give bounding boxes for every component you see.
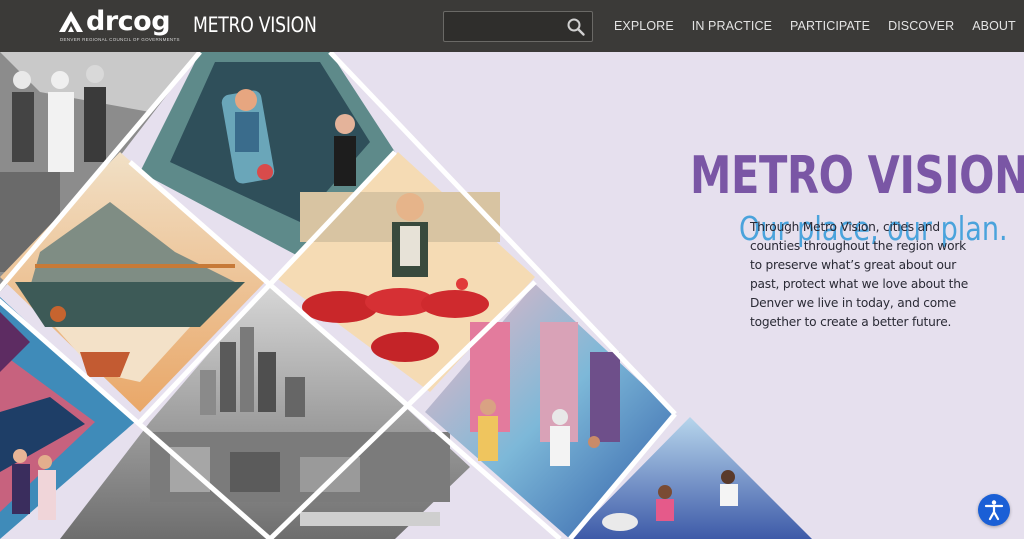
main-nav: EXPLORE IN PRACTICE PARTICIPATE DISCOVER… <box>614 0 1016 52</box>
nav-about[interactable]: ABOUT <box>972 19 1016 33</box>
drcog-logo[interactable]: drcog DENVER REGIONAL COUNCIL OF GOVERNM… <box>58 6 180 42</box>
nav-in-practice[interactable]: IN PRACTICE <box>692 19 772 33</box>
accessibility-button[interactable] <box>978 494 1010 526</box>
hero-description: Through Metro Vision, cities and countie… <box>750 220 969 329</box>
illustration-collage <box>0 52 812 539</box>
nav-explore[interactable]: EXPLORE <box>614 19 674 33</box>
nav-participate[interactable]: PARTICIPATE <box>790 19 870 33</box>
logo-text: drcog <box>86 6 171 37</box>
accessibility-icon <box>984 500 1004 521</box>
hero-title: METRO VISION <box>690 146 1024 206</box>
search-box <box>443 11 593 42</box>
hero-section: METRO VISION Our place, our plan. Throug… <box>0 52 1024 539</box>
nav-discover[interactable]: DISCOVER <box>888 19 954 33</box>
mountain-logo-icon <box>59 11 83 32</box>
logo-tagline: DENVER REGIONAL COUNCIL OF GOVERNMENTS <box>60 37 180 42</box>
site-title[interactable]: METRO VISION <box>193 13 317 37</box>
site-header: drcog DENVER REGIONAL COUNCIL OF GOVERNM… <box>0 0 1024 52</box>
search-icon[interactable] <box>566 17 586 37</box>
search-input[interactable] <box>450 17 560 36</box>
hero-heading-group: METRO VISION Our place, our plan. <box>690 146 1024 247</box>
